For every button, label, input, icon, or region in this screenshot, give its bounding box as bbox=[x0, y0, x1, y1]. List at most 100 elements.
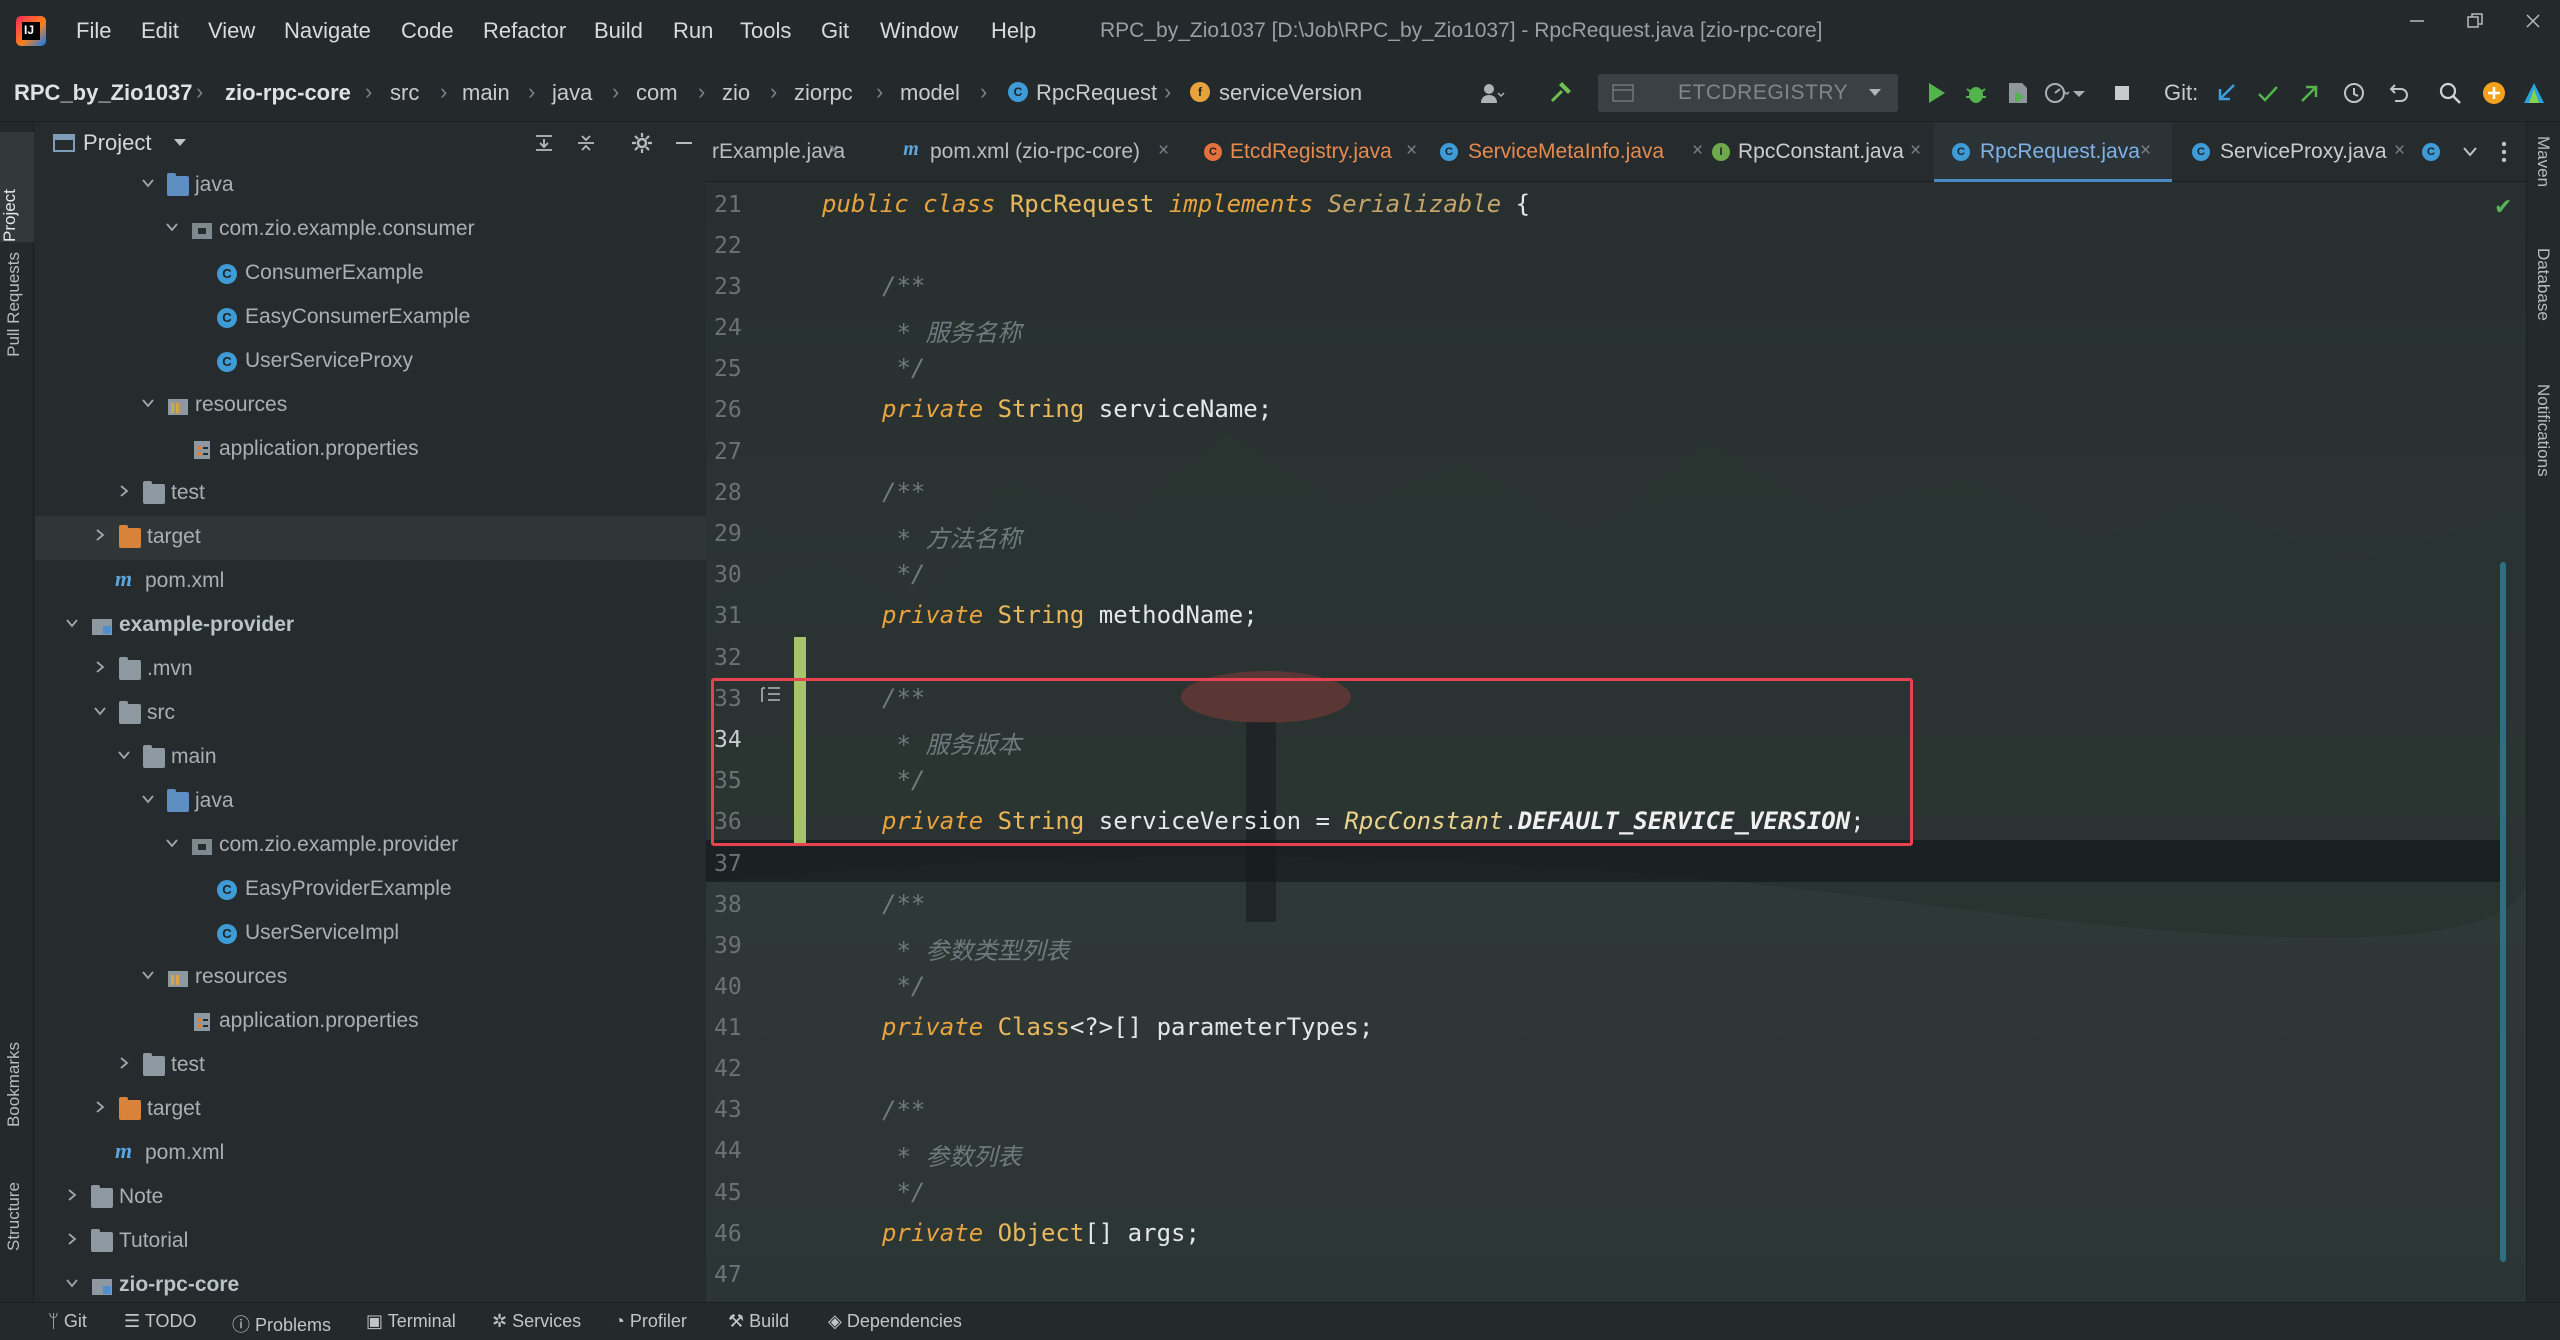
stop-icon[interactable] bbox=[2108, 79, 2136, 107]
terminal-tool-button[interactable]: ▣ Terminal bbox=[366, 1311, 456, 1332]
tree-item-pom[interactable]: m pom.xml bbox=[35, 1132, 706, 1176]
menu-build[interactable]: Build bbox=[594, 18, 643, 44]
tree-item-resources[interactable]: resources bbox=[35, 384, 706, 428]
git-update-icon[interactable] bbox=[2212, 79, 2240, 107]
code-comment[interactable]: */ bbox=[882, 354, 925, 382]
profiler-tool-button[interactable]: ◔ Profiler bbox=[614, 1311, 687, 1332]
build-hammer-icon[interactable] bbox=[1546, 79, 1574, 107]
breadcrumb-com[interactable]: com bbox=[636, 80, 678, 106]
tree-item-class[interactable]: C UserServiceImpl bbox=[35, 912, 706, 956]
code-comment[interactable]: */ bbox=[882, 972, 925, 1000]
code-comment[interactable]: /** bbox=[882, 272, 925, 300]
tree-item-properties[interactable]: application.properties bbox=[35, 428, 706, 472]
menu-run[interactable]: Run bbox=[673, 18, 713, 44]
chevron-down-icon[interactable] bbox=[173, 138, 187, 148]
tab-example[interactable]: rExample.java × bbox=[706, 122, 846, 182]
code-line-41[interactable]: private Class<?>[] parameterTypes; bbox=[882, 1013, 1373, 1041]
tab-pom[interactable]: m pom.xml (zio-rpc-core) × bbox=[892, 122, 1178, 182]
tree-item-class[interactable]: C UserServiceProxy bbox=[35, 340, 706, 384]
tabs-dropdown-chevron-icon[interactable] bbox=[2462, 146, 2478, 158]
git-commit-icon[interactable] bbox=[2254, 79, 2282, 107]
search-icon[interactable] bbox=[2436, 79, 2464, 107]
code-line-26[interactable]: private String serviceName; bbox=[882, 395, 1272, 423]
tree-item-package[interactable]: com.zio.example.provider bbox=[35, 824, 706, 868]
build-tool-button[interactable]: ⚒ Build bbox=[728, 1311, 789, 1332]
code-comment[interactable]: * 服务名称 bbox=[882, 313, 1021, 348]
services-tool-button[interactable]: ✲ Services bbox=[492, 1311, 581, 1332]
menu-git[interactable]: Git bbox=[821, 18, 849, 44]
hide-panel-icon[interactable] bbox=[673, 132, 695, 154]
menu-help[interactable]: Help bbox=[991, 18, 1036, 44]
tree-item-package[interactable]: com.zio.example.consumer bbox=[35, 208, 706, 252]
code-comment[interactable]: * 参数列表 bbox=[882, 1137, 1021, 1172]
close-icon[interactable]: × bbox=[2140, 140, 2151, 162]
code-comment[interactable]: /** bbox=[882, 890, 925, 918]
collapse-all-icon[interactable] bbox=[575, 132, 597, 154]
tree-item-target[interactable]: target bbox=[35, 516, 706, 560]
menu-code[interactable]: Code bbox=[401, 18, 454, 44]
tab-etcdregistry[interactable]: C EtcdRegistry.java × bbox=[1194, 122, 1417, 182]
problems-tool-button[interactable]: ⓘ Problems bbox=[232, 1311, 331, 1337]
breadcrumb-src[interactable]: src bbox=[390, 80, 419, 106]
intellij-logo[interactable]: IJ bbox=[16, 16, 46, 46]
tree-item-module[interactable]: zio-rpc-core bbox=[35, 1264, 706, 1302]
project-panel-title[interactable]: Project bbox=[83, 130, 151, 156]
code-comment[interactable]: */ bbox=[882, 560, 925, 588]
menu-navigate[interactable]: Navigate bbox=[284, 18, 371, 44]
tree-item-mvn[interactable]: .mvn bbox=[35, 648, 706, 692]
close-icon[interactable]: × bbox=[1910, 140, 1921, 162]
breadcrumb-java[interactable]: java bbox=[552, 80, 592, 106]
code-line-31[interactable]: private String methodName; bbox=[882, 601, 1258, 629]
breadcrumb-zio[interactable]: zio bbox=[722, 80, 750, 106]
minimize-icon[interactable] bbox=[2406, 10, 2428, 32]
menu-refactor[interactable]: Refactor bbox=[483, 18, 566, 44]
notifications-tool-tab[interactable]: Notifications bbox=[2533, 384, 2553, 477]
no-problems-check-icon[interactable]: ✔ bbox=[2494, 194, 2512, 220]
user-icon[interactable] bbox=[1478, 79, 1506, 107]
database-tool-tab[interactable]: Database bbox=[2533, 248, 2553, 321]
code-comment[interactable]: * 参数类型列表 bbox=[882, 931, 1069, 966]
tab-rpcconstant[interactable]: I RpcConstant.java × bbox=[1702, 122, 1942, 182]
tree-item-pom[interactable]: m pom.xml bbox=[35, 560, 706, 604]
tab-rpcrequest[interactable]: C RpcRequest.java × bbox=[1934, 122, 2172, 182]
code-line-46[interactable]: private Object[] args; bbox=[882, 1219, 1200, 1247]
code-comment[interactable]: /** bbox=[882, 1096, 925, 1124]
editor-scrollbar[interactable] bbox=[2500, 562, 2506, 1262]
tree-item-note[interactable]: Note bbox=[35, 1176, 706, 1220]
breadcrumb-member[interactable]: serviceVersion bbox=[1219, 80, 1362, 106]
tab-servicemetainfo[interactable]: C ServiceMetaInfo.java × bbox=[1430, 122, 1706, 182]
tree-item-main[interactable]: main bbox=[35, 736, 706, 780]
tab-serviceproxy[interactable]: C ServiceProxy.java × bbox=[2182, 122, 2416, 182]
more-run-chevron-icon[interactable] bbox=[2070, 79, 2088, 107]
more-options-icon[interactable] bbox=[2500, 138, 2508, 166]
tree-item-class[interactable]: C ConsumerExample bbox=[35, 252, 706, 296]
close-icon[interactable]: × bbox=[1406, 140, 1417, 162]
gear-icon[interactable] bbox=[631, 132, 653, 154]
breadcrumb-module[interactable]: zio-rpc-core bbox=[225, 80, 351, 106]
bookmarks-tool-tab[interactable]: Bookmarks bbox=[4, 1042, 24, 1127]
rollback-icon[interactable] bbox=[2384, 79, 2412, 107]
close-icon[interactable]: × bbox=[2394, 140, 2405, 162]
close-icon[interactable]: × bbox=[1158, 140, 1169, 162]
tree-item-resources[interactable]: resources bbox=[35, 956, 706, 1000]
breadcrumb-model[interactable]: model bbox=[900, 80, 960, 106]
project-tool-tab[interactable]: Project bbox=[0, 132, 34, 242]
tree-item-java[interactable]: java bbox=[35, 780, 706, 824]
menu-tools[interactable]: Tools bbox=[740, 18, 791, 44]
close-icon[interactable]: × bbox=[828, 140, 839, 162]
tree-item-tutorial[interactable]: Tutorial bbox=[35, 1220, 706, 1264]
tree-item-test[interactable]: test bbox=[35, 472, 706, 516]
pull-requests-tool-tab[interactable]: Pull Requests bbox=[4, 252, 24, 357]
run-icon[interactable] bbox=[1922, 79, 1950, 107]
git-tool-button[interactable]: ᛘ Git bbox=[48, 1311, 87, 1332]
tree-item-module[interactable]: example-provider bbox=[35, 604, 706, 648]
git-push-icon[interactable] bbox=[2296, 79, 2324, 107]
tree-item-test[interactable]: test bbox=[35, 1044, 706, 1088]
code-line-21[interactable]: public class RpcRequest implements Seria… bbox=[822, 190, 1530, 218]
tree-item-class[interactable]: C EasyProviderExample bbox=[35, 868, 706, 912]
dependencies-tool-button[interactable]: ◈ Dependencies bbox=[828, 1311, 962, 1332]
run-config-dropdown[interactable]: ETCDREGISTRY bbox=[1598, 74, 1898, 112]
tree-item-target[interactable]: target bbox=[35, 1088, 706, 1132]
close-window-icon[interactable] bbox=[2522, 10, 2544, 32]
profiler-icon[interactable] bbox=[2042, 79, 2070, 107]
